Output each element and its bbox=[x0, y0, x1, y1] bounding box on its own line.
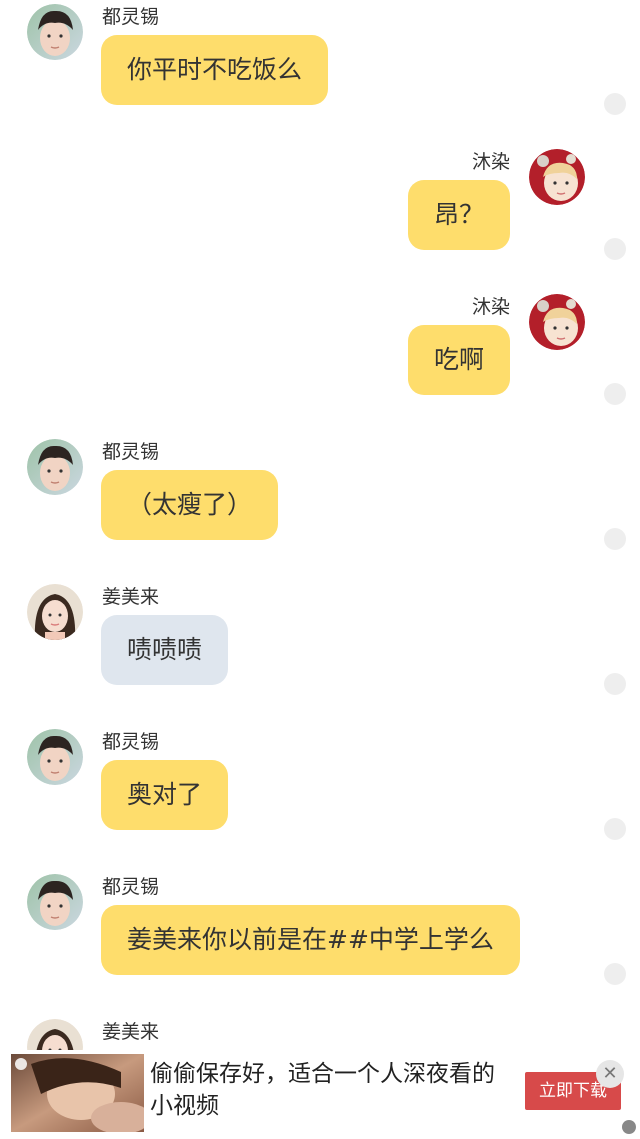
boy-avatar[interactable] bbox=[27, 4, 83, 60]
message-status-dot bbox=[604, 818, 626, 840]
girl-red-avatar[interactable] bbox=[529, 294, 585, 350]
message-bubble[interactable]: 吃啊 bbox=[407, 325, 510, 395]
sender-name: 都灵锡 bbox=[102, 6, 160, 28]
message-bubble[interactable]: 姜美来你以前是在##中学上学么 bbox=[101, 905, 520, 975]
chat-message: 都灵锡 奥对了 bbox=[0, 729, 640, 849]
ad-text[interactable]: 偷偷保存好，适合一个人深夜看的小视频 bbox=[150, 1058, 500, 1122]
ad-indicator-icon bbox=[622, 1120, 636, 1134]
chat-message: 都灵锡 （太瘦了） bbox=[0, 439, 640, 559]
sender-name: 都灵锡 bbox=[102, 876, 160, 898]
boy-avatar[interactable] bbox=[27, 439, 83, 495]
message-status-dot bbox=[604, 673, 626, 695]
ad-thumbnail-image[interactable] bbox=[11, 1054, 144, 1132]
boy-avatar[interactable] bbox=[27, 874, 83, 930]
close-icon[interactable]: ✕ bbox=[596, 1060, 624, 1088]
chat-message: 都灵锡姜美来你以前是在##中学上学么 bbox=[0, 874, 640, 994]
message-bubble[interactable]: 昂？ bbox=[407, 180, 510, 250]
chat-message: 都灵锡你平时不吃饭么 bbox=[0, 4, 640, 124]
sender-name: 都灵锡 bbox=[102, 731, 160, 753]
chat-message: 姜美来 啧啧啧 bbox=[0, 584, 640, 704]
girl-avatar[interactable] bbox=[27, 584, 83, 640]
sender-name: 沐染 bbox=[471, 151, 510, 173]
message-status-dot bbox=[604, 528, 626, 550]
chat-message: 沐染昂？ bbox=[0, 149, 640, 269]
sender-name: 沐染 bbox=[471, 296, 510, 318]
message-bubble[interactable]: 奥对了 bbox=[101, 760, 229, 830]
sender-name: 姜美来 bbox=[102, 586, 160, 608]
message-status-dot bbox=[604, 93, 626, 115]
sender-name: 都灵锡 bbox=[102, 441, 160, 463]
message-bubble[interactable]: 啧啧啧 bbox=[101, 615, 229, 685]
message-bubble[interactable]: （太瘦了） bbox=[101, 470, 279, 540]
ad-banner[interactable]: 偷偷保存好，适合一个人深夜看的小视频 立即下载 ✕ bbox=[0, 1050, 640, 1138]
message-bubble[interactable]: 你平时不吃饭么 bbox=[101, 35, 329, 105]
message-status-dot bbox=[604, 963, 626, 985]
message-status-dot bbox=[604, 238, 626, 260]
sender-name: 姜美来 bbox=[102, 1021, 160, 1043]
message-status-dot bbox=[604, 383, 626, 405]
chat-message: 沐染吃啊 bbox=[0, 294, 640, 414]
boy-avatar[interactable] bbox=[27, 729, 83, 785]
girl-red-avatar[interactable] bbox=[529, 149, 585, 205]
